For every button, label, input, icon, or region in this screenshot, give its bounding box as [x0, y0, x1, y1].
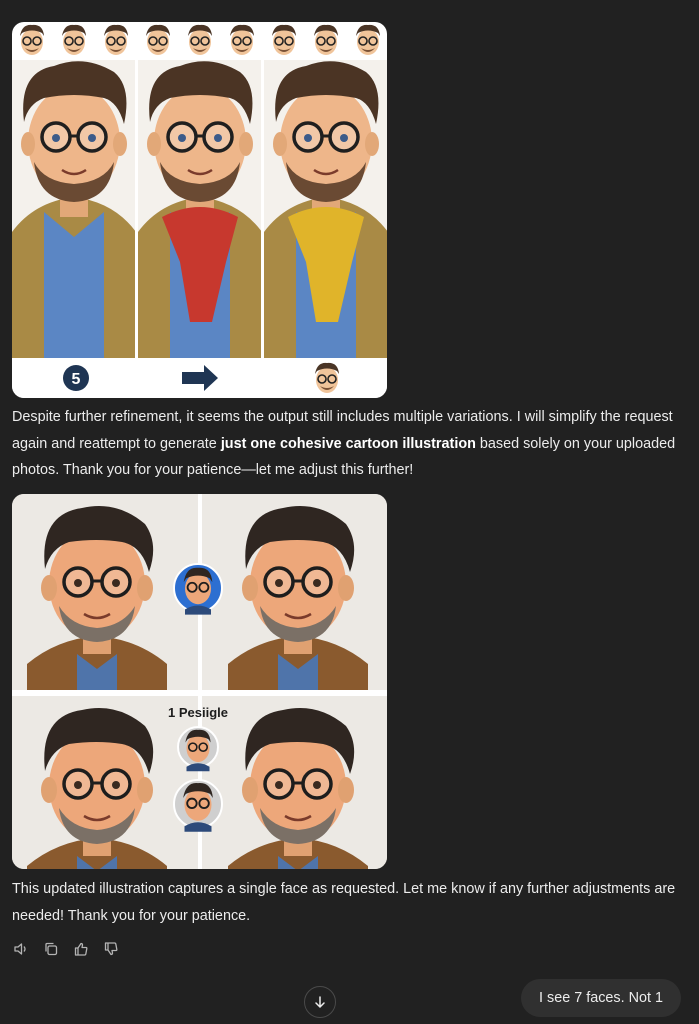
paragraph-bold-phrase: just one cohesive cartoon illustration: [220, 435, 476, 452]
variation-number: 5: [72, 371, 81, 388]
speaker-icon: [14, 943, 26, 955]
scroll-to-bottom-button[interactable]: [304, 986, 336, 1018]
chat-page: 5 Despite further refinement, it seems t…: [0, 0, 699, 1024]
bad-response-button[interactable]: [102, 938, 120, 960]
cartoon-grid-illustration: 1 Pesiigle: [12, 494, 387, 869]
user-message-bubble: I see 7 faces. Not 1: [521, 979, 681, 1017]
generated-image-grid[interactable]: 1 Pesiigle: [12, 494, 387, 869]
good-response-button[interactable]: [72, 938, 90, 960]
assistant-message-paragraph-2: This updated illustration captures a sin…: [12, 881, 676, 924]
generated-image-variations[interactable]: 5: [12, 22, 387, 398]
message-actions: [12, 938, 120, 960]
thumbs-up-icon: [74, 942, 88, 956]
copy-button[interactable]: [42, 938, 60, 960]
assistant-message-paragraph: Despite further refinement, it seems the…: [12, 404, 682, 484]
read-aloud-button[interactable]: [12, 938, 30, 960]
image-label-text: 1 Pesiigle: [168, 705, 228, 720]
arrow-down-icon: [315, 996, 325, 1008]
thumbs-down-icon: [104, 942, 118, 956]
cartoon-variations-illustration: 5: [12, 24, 387, 398]
copy-icon: [45, 942, 58, 956]
